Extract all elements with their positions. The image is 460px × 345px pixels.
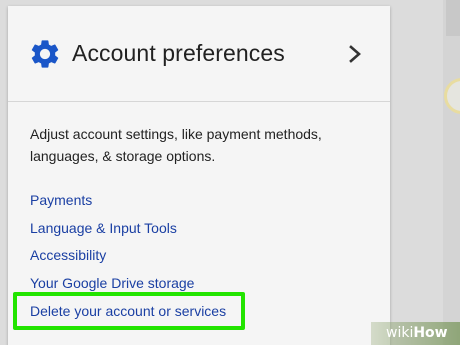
- payments-link[interactable]: Payments: [30, 192, 92, 208]
- google-drive-storage-link[interactable]: Your Google Drive storage: [30, 275, 194, 291]
- highlight-box: [13, 292, 245, 330]
- card-description: Adjust account settings, like payment me…: [30, 126, 322, 164]
- background-panel: [443, 0, 460, 345]
- language-input-tools-link[interactable]: Language & Input Tools: [30, 220, 177, 236]
- card-header[interactable]: Account preferences: [8, 6, 390, 102]
- wikihow-watermark: wikiHow: [371, 322, 460, 345]
- chevron-right-icon[interactable]: [344, 42, 366, 66]
- accessibility-link[interactable]: Accessibility: [30, 247, 106, 263]
- page-title: Account preferences: [72, 40, 285, 66]
- background-panel-top: [446, 0, 460, 36]
- gear-icon: [28, 37, 62, 71]
- screen: Account preferences Adjust account setti…: [0, 0, 460, 345]
- watermark-how: How: [413, 325, 448, 341]
- watermark-wiki: wiki: [386, 325, 414, 341]
